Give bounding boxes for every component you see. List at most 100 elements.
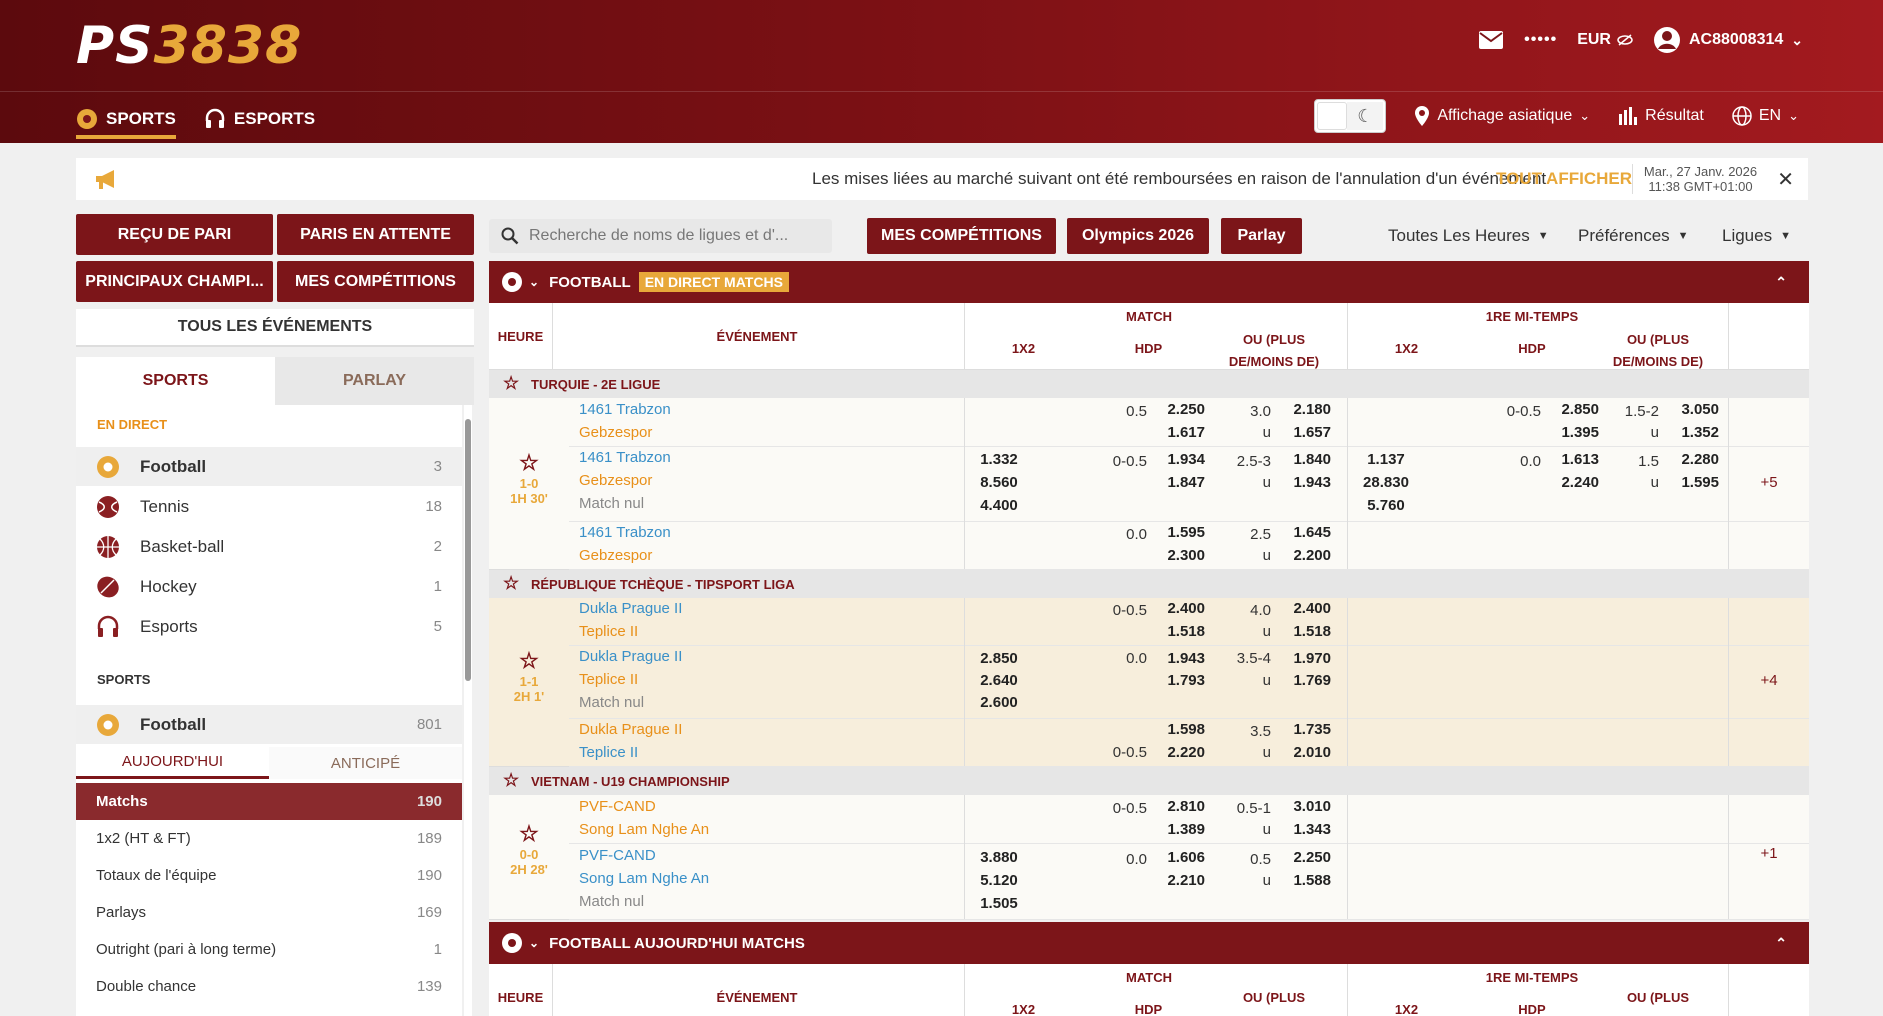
side-tabs: SPORTS PARLAY — [76, 357, 474, 405]
market-item-matches[interactable]: Matchs 190 — [76, 783, 462, 820]
pending-bets-button[interactable]: PARIS EN ATTENTE — [277, 214, 474, 255]
top-header: PS3838 ••••• EUR AC88008314 ⌄ SPORTS ESP… — [0, 0, 1883, 143]
league-header[interactable]: ☆ TURQUIE - 2E LIGUE — [489, 370, 1809, 398]
odds-row: Dukla Prague II Teplice II 0-0.5 2.400 1.51… — [569, 598, 1809, 646]
sidebar-item-live-basketball[interactable]: Basket-ball 2 — [76, 527, 462, 566]
headset-icon — [96, 615, 120, 639]
live-section-title: EN DIRECT — [97, 417, 168, 432]
match-status: ☆ 1-1 2H 1' — [489, 648, 569, 704]
search-input[interactable]: Recherche de noms de ligues et d'... — [489, 219, 832, 253]
odds-row: Dukla Prague II Teplice II Match nul 2.850… — [569, 646, 1809, 719]
sidebar-item-live-tennis[interactable]: Tennis 18 — [76, 487, 462, 526]
my-competitions-button[interactable]: MES COMPÉTITIONS — [867, 218, 1056, 254]
star-icon[interactable]: ☆ — [489, 450, 569, 476]
star-icon[interactable]: ☆ — [489, 821, 569, 847]
match-block: ☆ 1-0 1H 30' +5 1461 Trabzon Gebzespor 0.5 2… — [489, 398, 1809, 570]
show-all-link[interactable]: TOUT AFFICHER — [1496, 169, 1632, 189]
league-header[interactable]: ☆ RÉPUBLIQUE TCHÈQUE - TIPSPORT LIGA — [489, 570, 1809, 598]
location-pin-icon — [1415, 106, 1430, 126]
main-championships-button[interactable]: PRINCIPAUX CHAMPI... — [76, 261, 273, 302]
match-status: ☆ 1-0 1H 30' — [489, 450, 569, 506]
tab-early[interactable]: ANTICIPÉ — [269, 747, 462, 779]
announcement-bar: Les mises liées au marché suivant ont ét… — [76, 158, 1808, 200]
hockey-puck-icon — [96, 575, 120, 599]
sports-section-title: SPORTS — [97, 672, 151, 687]
soccer-ball-icon — [96, 455, 120, 479]
nav-sports[interactable]: SPORTS — [76, 97, 176, 141]
account-id: AC88008314 — [1688, 31, 1784, 48]
market-item-team-totals[interactable]: Totaux de l'équipe 190 — [76, 857, 462, 894]
olympics-button[interactable]: Olympics 2026 — [1067, 218, 1209, 254]
chevron-up-icon[interactable]: ⌃ — [1775, 935, 1787, 952]
theme-toggle[interactable]: ☾ — [1314, 99, 1387, 133]
my-competitions-button-left[interactable]: MES COMPÉTITIONS — [277, 261, 474, 302]
star-icon[interactable]: ☆ — [503, 373, 519, 394]
nav-esports[interactable]: ESPORTS — [204, 97, 315, 141]
market-item-parlays[interactable]: Parlays 169 — [76, 894, 462, 931]
close-icon[interactable]: ✕ — [1777, 167, 1794, 192]
star-icon[interactable]: ☆ — [503, 770, 519, 791]
tab-sports[interactable]: SPORTS — [76, 357, 275, 405]
bet-receipt-button[interactable]: REÇU DE PARI — [76, 214, 273, 255]
match-block: ☆ 0-0 2H 28' +1 PVF-CAND Song Lam Nghe An 0… — [489, 795, 1809, 920]
chevron-down-icon: ⌄ — [529, 936, 540, 950]
parlay-button[interactable]: Parlay — [1221, 218, 1302, 254]
globe-icon — [1732, 106, 1752, 126]
preferences-dropdown[interactable]: Préférences ▼ — [1578, 226, 1689, 246]
chevron-down-icon: ⌄ — [1579, 108, 1591, 123]
match-block: ☆ 1-1 2H 1' +4 Dukla Prague II Teplice II 0… — [489, 598, 1809, 767]
league-header[interactable]: ☆ VIETNAM - U19 CHAMPIONSHIP — [489, 767, 1809, 795]
live-matches-panel: ⌄ FOOTBALL EN DIRECT MATCHS ⌃ HEURE ÉVÉN… — [489, 261, 1809, 920]
hours-dropdown[interactable]: Toutes Les Heures ▼ — [1388, 226, 1549, 246]
soccer-ball-icon — [502, 272, 522, 292]
tab-today[interactable]: AUJOURD'HUI — [76, 747, 269, 779]
live-panel-header[interactable]: ⌄ FOOTBALL EN DIRECT MATCHS ⌃ — [489, 261, 1809, 303]
odds-row: PVF-CAND Song Lam Nghe An Match nul 3.880 5… — [569, 844, 1809, 920]
basketball-icon — [96, 535, 120, 559]
match-status: ☆ 0-0 2H 28' — [489, 821, 569, 877]
nav-esports-label: ESPORTS — [233, 109, 316, 128]
sidebar-scrollbar[interactable] — [464, 405, 472, 1016]
chevron-down-icon: ⌄ — [529, 275, 540, 289]
nav-sports-label: SPORTS — [106, 109, 176, 128]
football-subtabs: AUJOURD'HUI ANTICIPÉ — [76, 747, 462, 779]
results-link[interactable]: Résultat — [1618, 106, 1704, 126]
sidebar-item-live-football[interactable]: Football 3 — [76, 447, 462, 486]
brand-logo[interactable]: PS3838 — [76, 18, 302, 74]
all-events-button[interactable]: TOUS LES ÉVÉNEMENTS — [76, 309, 474, 347]
bar-chart-icon — [1619, 107, 1638, 125]
view-selector[interactable]: Affichage asiatique ⌄ — [1414, 106, 1590, 126]
today-panel-header[interactable]: ⌄ FOOTBALL AUJOURD'HUI MATCHS ⌃ — [489, 922, 1809, 964]
tab-parlay[interactable]: PARLAY — [275, 357, 474, 405]
sidebar-item-football[interactable]: Football 801 — [76, 705, 462, 744]
market-item-outright[interactable]: Outright (pari à long terme) 1 — [76, 931, 462, 968]
live-badge: EN DIRECT MATCHS — [638, 272, 789, 292]
odds-row: PVF-CAND Song Lam Nghe An 0-0.5 2.810 1.389… — [569, 795, 1809, 844]
star-icon[interactable]: ☆ — [489, 648, 569, 674]
odds-row: 1461 Trabzon Gebzespor 0.5 2.250 1.617 3.0 2… — [569, 398, 1809, 447]
column-headers: HEURE ÉVÉNEMENT MATCH 1RE MI-TEMPS 1X2 H… — [489, 964, 1809, 1016]
sidebar: EN DIRECT Football 3 Tennis 18 Basket-ball… — [76, 405, 462, 1016]
balance-mask: ••••• — [1524, 31, 1558, 48]
sidebar-item-live-hockey[interactable]: Hockey 1 — [76, 567, 462, 606]
account-menu[interactable]: AC88008314 ⌄ — [1653, 26, 1803, 54]
chevron-up-icon[interactable]: ⌃ — [1775, 274, 1787, 291]
odds-row: 1461 Trabzon Gebzespor 0.0 1.595 2.300 2.5 1… — [569, 522, 1809, 570]
sidebar-item-live-esports[interactable]: Esports 5 — [76, 607, 462, 646]
nav-right: ☾ Affichage asiatique ⌄ Résultat EN ⌄ — [1314, 99, 1799, 133]
tennis-ball-icon — [96, 495, 120, 519]
leagues-dropdown[interactable]: Ligues ▼ — [1722, 226, 1791, 246]
soccer-ball-icon — [77, 109, 97, 129]
odds-row: 1461 Trabzon Gebzespor Match nul 1.332 8.56… — [569, 447, 1809, 522]
currency-label[interactable]: EUR — [1577, 31, 1633, 49]
market-item-1x2[interactable]: 1x2 (HT & FT) 189 — [76, 820, 462, 857]
clock: Mar., 27 Janv. 2026 11:38 GMT+01:00 — [1632, 164, 1762, 194]
market-item-double-chance[interactable]: Double chance 139 — [76, 968, 462, 1005]
mail-icon[interactable] — [1478, 30, 1504, 50]
language-selector[interactable]: EN ⌄ — [1732, 106, 1799, 126]
search-icon — [501, 227, 519, 245]
main-nav: SPORTS ESPORTS — [76, 97, 315, 141]
star-icon[interactable]: ☆ — [503, 573, 519, 594]
soccer-ball-icon — [96, 713, 120, 737]
eye-off-icon[interactable] — [1617, 34, 1633, 46]
